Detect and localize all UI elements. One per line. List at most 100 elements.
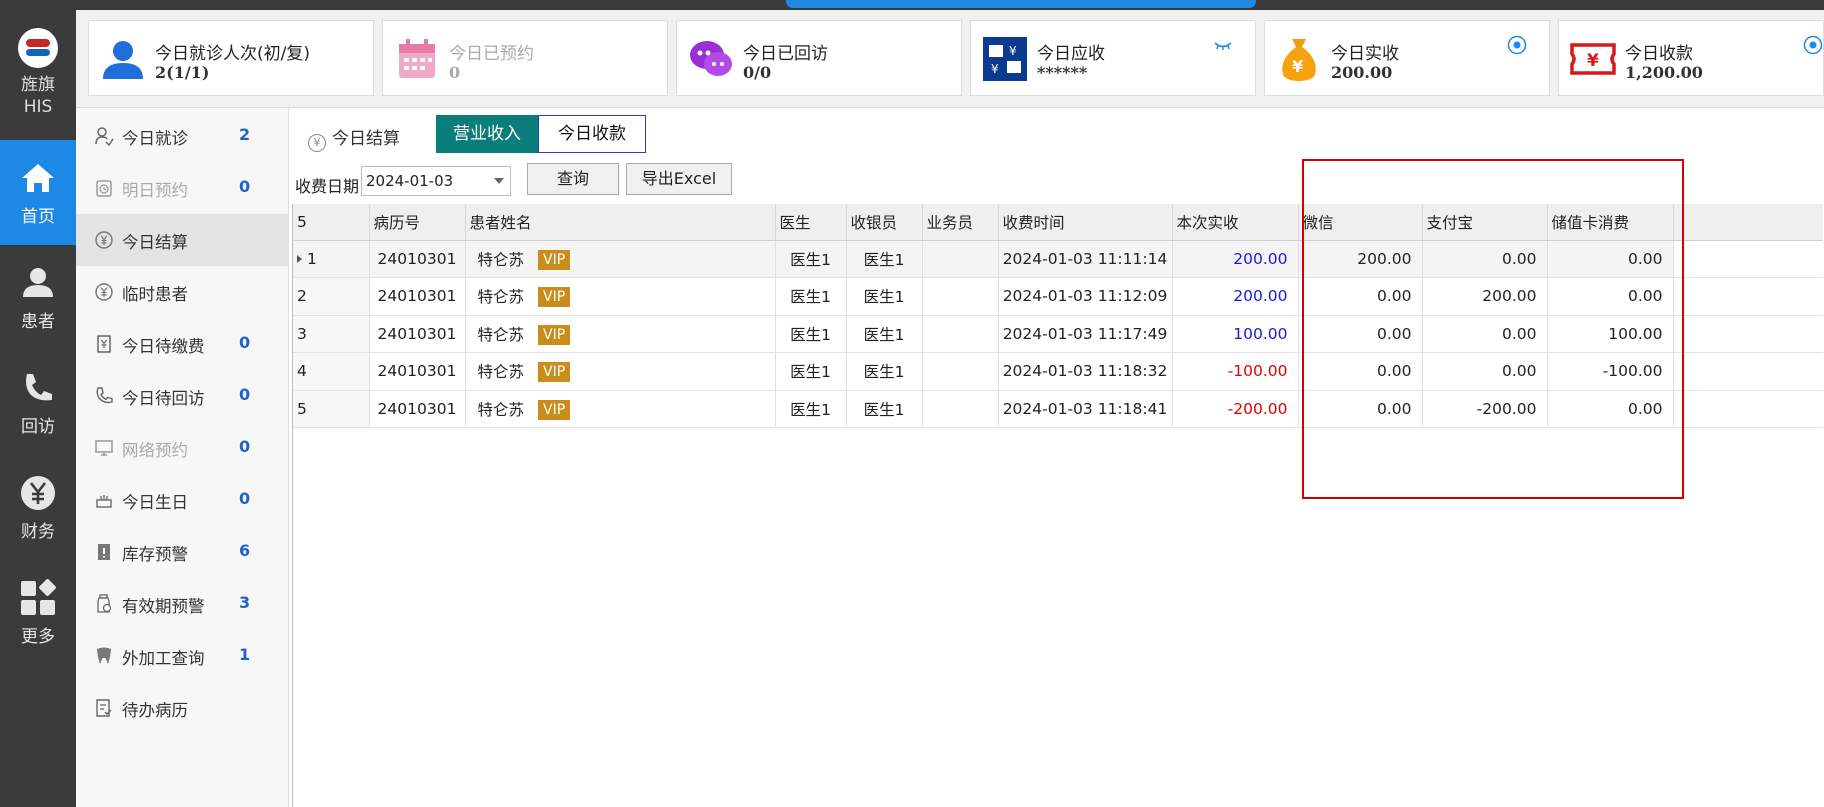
query-button[interactable]: 查询 <box>527 163 619 195</box>
menu-item-pending-followup[interactable]: 今日待回访 0 <box>76 370 289 422</box>
patient-name-cell: 特仑苏 VIP <box>465 277 776 316</box>
row-index: 3 <box>297 324 307 343</box>
charge-time-cell: 2024-01-03 11:11:14 <box>998 240 1173 278</box>
card-appointments[interactable]: 今日已预约 0 <box>382 20 668 96</box>
rail-item-more[interactable]: 更多 <box>0 560 76 665</box>
doctor-cell: 医生1 <box>775 390 847 428</box>
card-visits[interactable]: 今日就诊人次(初/复) 2(1/1) <box>88 20 374 96</box>
filler-cell <box>1673 277 1823 316</box>
menu-count: 0 <box>239 177 251 196</box>
eye-icon[interactable] <box>1803 35 1823 55</box>
date-label: 收费日期 <box>295 177 360 196</box>
table-row[interactable]: 2 24010301 特仑苏 VIP 医生1 医生1 2024-01-03 11:12:09… <box>293 277 1823 316</box>
table-row[interactable]: 3 24010301 特仑苏 VIP 医生1 医生1 2024-01-03 11:17:49… <box>293 315 1823 353</box>
rail-item-home[interactable]: 首页 <box>0 140 76 245</box>
menu-count: 3 <box>239 593 251 612</box>
eye-icon[interactable] <box>1507 35 1527 55</box>
col-patient-name[interactable]: 患者姓名 <box>465 204 776 241</box>
amount-cell: -200.00 <box>1172 390 1299 428</box>
card-title: 今日已预约 <box>449 44 534 64</box>
filler-cell <box>1673 240 1823 278</box>
svg-text:¥: ¥ <box>1009 44 1017 58</box>
breadcrumb: ¥ 今日结算 <box>308 124 400 152</box>
card-actual[interactable]: ¥ 今日实收 200.00 <box>1264 20 1550 96</box>
card-followups[interactable]: 今日已回访 0/0 <box>676 20 962 96</box>
alipay-cell: 200.00 <box>1422 277 1548 316</box>
row-index-cell: 1 <box>293 240 370 278</box>
rail-item-patient[interactable]: 患者 <box>0 245 76 350</box>
menu-label: 外加工查询 <box>122 649 205 668</box>
logo-badge-icon <box>18 28 58 68</box>
menu-label: 今日生日 <box>122 493 188 512</box>
menu-count: 0 <box>239 437 251 456</box>
receivable-icon: ¥ ¥ <box>983 37 1027 81</box>
col-salesperson[interactable]: 业务员 <box>922 204 999 241</box>
menu-item-today-visits[interactable]: 今日就诊 2 <box>76 110 289 162</box>
vip-badge: VIP <box>538 249 571 270</box>
top-search-pill[interactable] <box>786 0 1256 8</box>
menu-item-pending-payment[interactable]: 今日待缴费 0 <box>76 318 289 370</box>
menu-item-tomorrow-appointments[interactable]: 明日预约 0 <box>76 162 289 214</box>
col-card-consumption[interactable]: 储值卡消费 <box>1547 204 1674 241</box>
tab-business-income[interactable]: 营业收入 <box>436 115 538 153</box>
card-title: 今日收款 <box>1625 44 1693 64</box>
eye-closed-icon[interactable] <box>1213 35 1233 55</box>
user-icon <box>103 41 143 79</box>
tab-today-receipts[interactable]: 今日收款 <box>538 115 646 153</box>
menu-item-expiry-alert[interactable]: 有效期预警 3 <box>76 578 289 630</box>
card-consumption-cell: -100.00 <box>1547 352 1674 391</box>
menu-item-pending-records[interactable]: 待办病历 <box>76 682 289 734</box>
svg-text:¥: ¥ <box>1292 57 1303 76</box>
record-icon <box>96 699 112 717</box>
patient-name-cell: 特仑苏 VIP <box>465 390 776 428</box>
salesperson-cell <box>922 240 999 278</box>
col-wechat[interactable]: 微信 <box>1298 204 1423 241</box>
card-receipts[interactable]: ¥ 今日收款 1,200.00 <box>1558 20 1824 96</box>
filler-cell <box>1673 315 1823 353</box>
card-value: ****** <box>1037 63 1088 82</box>
patient-icon <box>23 268 53 297</box>
card-consumption-cell: 0.00 <box>1547 240 1674 278</box>
date-picker[interactable]: 2024-01-03 <box>361 166 511 196</box>
menu-item-stock-alert[interactable]: 库存预警 6 <box>76 526 289 578</box>
doctor-cell: 医生1 <box>775 352 847 391</box>
menu-label: 待办病历 <box>122 701 188 720</box>
yuan-icon <box>21 476 55 510</box>
card-consumption-cell: 100.00 <box>1547 315 1674 353</box>
menu-count: 0 <box>239 385 251 404</box>
table-row[interactable]: 4 24010301 特仑苏 VIP 医生1 医生1 2024-01-03 11:18:32… <box>293 352 1823 391</box>
rail-item-followup[interactable]: 回访 <box>0 350 76 455</box>
more-grid-icon <box>21 579 56 615</box>
col-amount[interactable]: 本次实收 <box>1172 204 1299 241</box>
col-cashier[interactable]: 收银员 <box>846 204 923 241</box>
table-row[interactable]: 5 24010301 特仑苏 VIP 医生1 医生1 2024-01-03 11:18:41… <box>293 390 1823 428</box>
menu-item-today-settlement[interactable]: 今日结算 <box>76 214 289 266</box>
chat-icon <box>690 41 732 76</box>
menu-label: 库存预警 <box>122 545 188 564</box>
wechat-cell: 0.00 <box>1298 352 1423 391</box>
col-doctor[interactable]: 医生 <box>775 204 847 241</box>
charge-time-cell: 2024-01-03 11:17:49 <box>998 315 1173 353</box>
settlement-table: 5 病历号 患者姓名 医生 收银员 业务员 收费时间 本次实收 微信 支付宝 储… <box>293 204 1823 428</box>
col-charge-time[interactable]: 收费时间 <box>998 204 1173 241</box>
col-record-no[interactable]: 病历号 <box>369 204 466 241</box>
col-alipay[interactable]: 支付宝 <box>1422 204 1548 241</box>
menu-item-online-appointments[interactable]: 网络预约 0 <box>76 422 289 474</box>
menu-item-outsourced-query[interactable]: 外加工查询 1 <box>76 630 289 682</box>
yuan-circle-icon <box>95 283 113 301</box>
menu-item-birthdays[interactable]: 今日生日 0 <box>76 474 289 526</box>
chevron-down-icon[interactable] <box>494 178 504 184</box>
date-value: 2024-01-03 <box>366 172 454 190</box>
money-bag-icon: ¥ <box>1282 39 1316 81</box>
rail-label: 回访 <box>21 417 55 437</box>
table-row[interactable]: 1 24010301 特仑苏 VIP 医生1 医生1 2024-01-03 11:11:14… <box>293 240 1823 278</box>
cashier-cell: 医生1 <box>846 240 923 278</box>
card-value: 0/0 <box>743 63 772 82</box>
card-receivable[interactable]: ¥ ¥ 今日应收 ****** <box>970 20 1256 96</box>
patient-name: 特仑苏 <box>477 250 525 269</box>
rail-item-finance[interactable]: 财务 <box>0 455 76 560</box>
export-excel-button[interactable]: 导出Excel <box>626 163 732 195</box>
patient-name-cell: 特仑苏 VIP <box>465 240 776 278</box>
menu-count: 6 <box>239 541 251 560</box>
menu-item-temp-patients[interactable]: 临时患者 <box>76 266 289 318</box>
